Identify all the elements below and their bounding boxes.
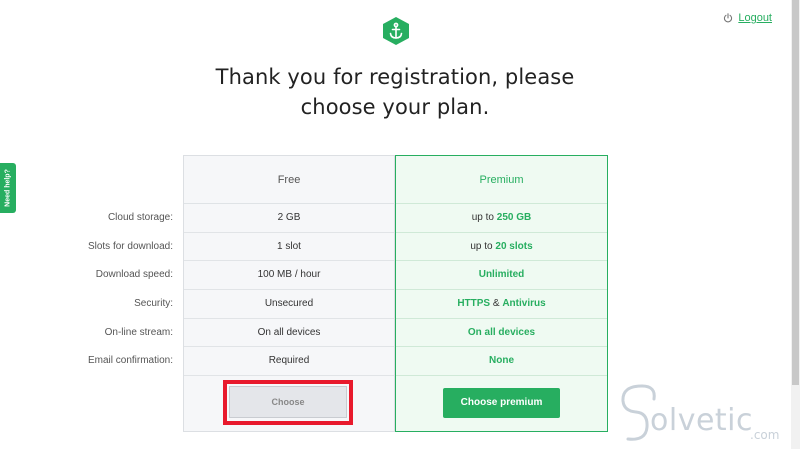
- premium-security-https: HTTPS: [457, 298, 491, 310]
- scrollbar-thumb[interactable]: [792, 0, 799, 385]
- free-email: Required: [184, 347, 394, 377]
- choose-premium-button[interactable]: Choose premium: [443, 388, 560, 418]
- watermark-suffix: .com: [750, 428, 780, 442]
- premium-cloud-storage: up to 250 GB: [396, 204, 607, 233]
- need-help-label[interactable]: Need help?: [5, 169, 12, 207]
- premium-storage-prefix: up to: [471, 212, 497, 223]
- feature-label-speed: Download speed:: [95, 269, 173, 281]
- premium-slots: up to 20 slots: [396, 233, 607, 262]
- feature-labels: Cloud storage: Slots for download: Downl…: [60, 204, 173, 376]
- free-security: Unsecured: [184, 290, 394, 319]
- power-icon: [724, 13, 733, 23]
- premium-storage-value: 250 GB: [496, 212, 532, 223]
- premium-email: None: [396, 347, 607, 377]
- premium-security: HTTPS & Antivirus: [396, 290, 607, 319]
- free-stream: On all devices: [184, 319, 394, 348]
- premium-security-antivirus: Antivirus: [502, 298, 546, 310]
- logout-link[interactable]: Logout: [723, 12, 772, 24]
- free-plan-name: Free: [184, 156, 394, 204]
- premium-slots-prefix: up to: [470, 240, 496, 252]
- logout-label[interactable]: Logout: [738, 12, 772, 24]
- free-speed: 100 MB / hour: [184, 261, 394, 291]
- feature-label-cloud-storage: Cloud storage:: [107, 212, 173, 223]
- choose-free-button[interactable]: Choose: [229, 386, 347, 418]
- page-scrollbar[interactable]: [791, 0, 800, 449]
- free-cloud-storage: 2 GB: [184, 204, 394, 233]
- feature-label-email: Email confirmation:: [87, 355, 173, 367]
- need-help-tab[interactable]: Need help?: [0, 163, 16, 213]
- premium-security-amp: &: [490, 298, 503, 310]
- page-title: Thank you for registration, please choos…: [0, 62, 790, 122]
- watermark-text: olvetic: [650, 403, 753, 438]
- title-line-1: Thank you for registration, please: [215, 65, 575, 89]
- feature-label-slots: Slots for download:: [87, 240, 173, 252]
- premium-plan-name: Premium: [396, 156, 607, 204]
- feature-label-security: Security:: [134, 298, 173, 310]
- free-slots: 1 slot: [184, 233, 394, 262]
- premium-slots-value: 20 slots: [495, 240, 533, 252]
- premium-stream: On all devices: [396, 319, 607, 348]
- premium-speed: Unlimited: [396, 261, 607, 291]
- anchor-logo-icon: [383, 17, 409, 45]
- title-line-2: choose your plan.: [300, 95, 490, 119]
- feature-label-stream: On-line stream:: [104, 326, 173, 338]
